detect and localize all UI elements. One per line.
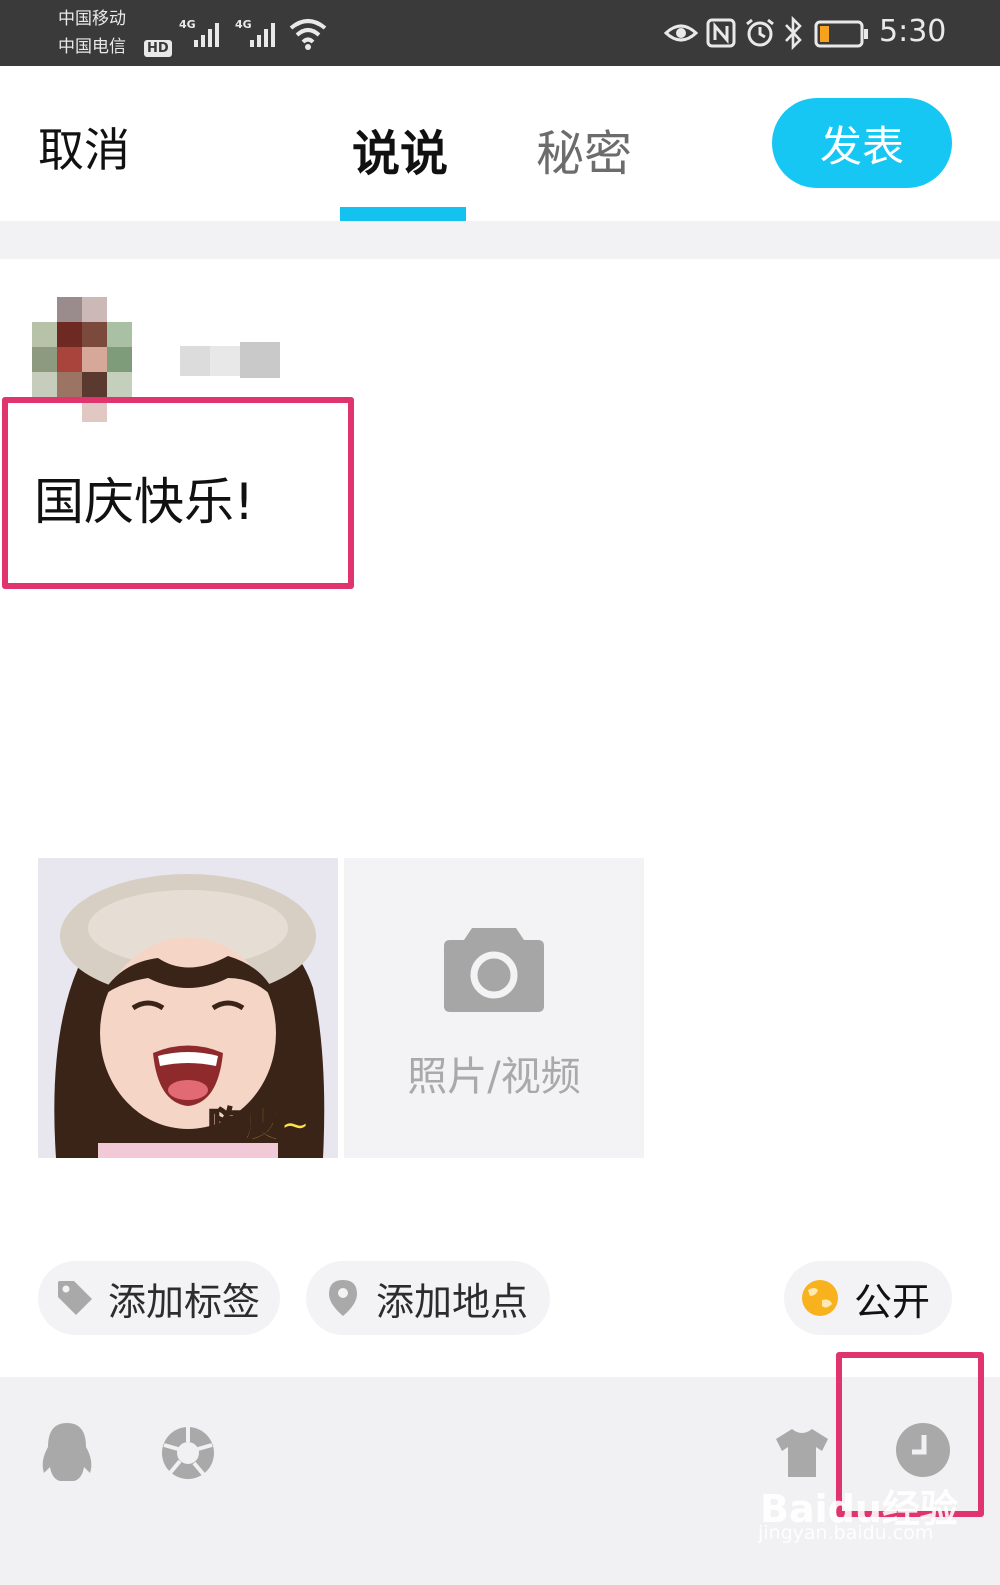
camera-icon xyxy=(444,928,544,1012)
visibility-button[interactable]: 公开 xyxy=(784,1261,952,1335)
bluetooth-icon xyxy=(785,16,802,50)
shutter-icon[interactable] xyxy=(160,1425,216,1481)
add-media-label: 照片/视频 xyxy=(407,1054,581,1100)
tag-icon xyxy=(58,1281,92,1315)
publish-button[interactable]: 发表 xyxy=(772,98,952,188)
eye-icon xyxy=(664,24,698,42)
tab-secret[interactable]: 秘密 xyxy=(536,114,632,184)
add-location-label: 添加地点 xyxy=(376,1279,529,1324)
signal-icon xyxy=(250,23,275,47)
carrier-label-1: 中国移动 xyxy=(58,9,126,29)
visibility-label: 公开 xyxy=(854,1279,931,1324)
nfc-icon xyxy=(706,18,736,48)
alarm-icon xyxy=(746,18,774,47)
add-tag-button[interactable]: 添加标签 xyxy=(38,1261,280,1335)
carrier-label-2: 中国电信 xyxy=(58,37,126,57)
status-bar: 中国移动 中国电信 HD 4G 4G 5:30 xyxy=(0,0,1000,66)
battery-icon xyxy=(814,20,868,48)
cancel-button[interactable]: 取消 xyxy=(38,114,130,180)
signal-icon xyxy=(194,23,219,47)
baidu-watermark-url: jingyan.baidu.com xyxy=(758,1522,934,1544)
photo-caption: 嗨皮~ xyxy=(207,1104,311,1147)
clock-time: 5:30 xyxy=(879,14,947,49)
username xyxy=(180,330,280,390)
section-divider xyxy=(0,221,1000,259)
qq-penguin-icon[interactable] xyxy=(40,1421,94,1483)
compose-header: 取消 说说 秘密 发表 xyxy=(0,66,1000,222)
tab-shuoshuo[interactable]: 说说 xyxy=(352,114,448,184)
add-location-button[interactable]: 添加地点 xyxy=(306,1261,550,1335)
post-text-area[interactable]: 国庆快乐! xyxy=(34,462,254,534)
location-pin-icon xyxy=(329,1280,357,1316)
active-tab-indicator xyxy=(340,207,466,221)
hd-badge: HD xyxy=(144,40,172,57)
add-photo-video-button[interactable]: 照片/视频 xyxy=(344,858,644,1158)
tshirt-icon[interactable] xyxy=(774,1427,830,1479)
attached-photo[interactable]: 嗨皮~ xyxy=(38,858,338,1158)
globe-icon xyxy=(802,1280,838,1316)
wifi-icon xyxy=(289,19,327,50)
add-tag-label: 添加标签 xyxy=(108,1279,261,1324)
